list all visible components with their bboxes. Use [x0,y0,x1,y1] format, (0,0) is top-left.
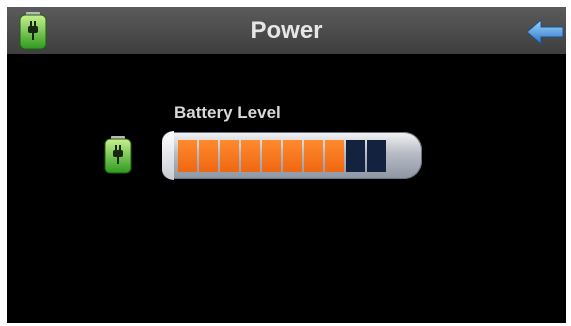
battery-plug-icon [104,136,132,174]
battery-segment [304,140,323,172]
back-arrow-icon[interactable] [526,19,564,45]
battery-segment [346,140,365,172]
battery-segment [325,140,344,172]
battery-segment [241,140,260,172]
battery-segment [220,140,239,172]
battery-level-label: Battery Level [174,103,281,122]
battery-segment [367,140,386,172]
power-screen: Power Battery Level [7,7,566,323]
page-title: Power [250,17,323,44]
battery-plug-icon [19,12,47,50]
battery-segment [199,140,218,172]
header-bar: Power [7,7,566,54]
battery-segment [178,140,197,172]
battery-meter-cap [162,131,174,180]
battery-segment [283,140,302,172]
battery-segment [262,140,281,172]
battery-level-segments [178,140,386,172]
